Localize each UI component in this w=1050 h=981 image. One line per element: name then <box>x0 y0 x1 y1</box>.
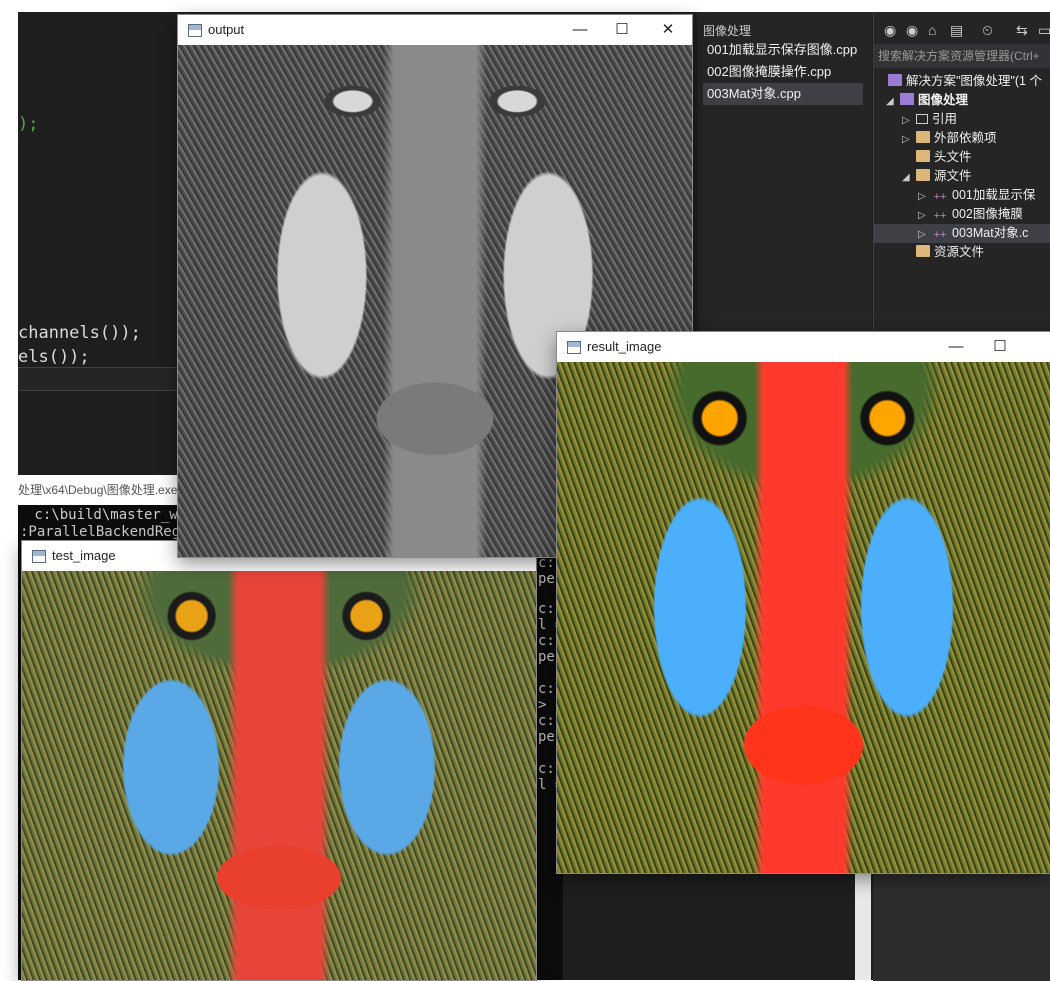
mandrill-color-image <box>22 571 536 980</box>
image-canvas <box>22 571 536 980</box>
folder-icon <box>916 131 930 143</box>
window-app-icon <box>188 24 202 37</box>
code-line: els()); <box>18 347 90 367</box>
tree-label: 源文件 <box>934 169 972 183</box>
back-icon[interactable]: ◉ <box>884 22 896 39</box>
console-title-path: 处理\x64\Debug\图像处理.exe <box>18 475 183 505</box>
tree-file-003[interactable]: ▷ ++ 003Mat对象.c <box>874 224 1050 243</box>
tree-label: 001加载显示保 <box>952 188 1036 202</box>
cpp-file-icon: ++ <box>933 210 947 222</box>
minimize-button[interactable]: — <box>566 19 594 41</box>
file-tab-001[interactable]: 001加载显示保存图像.cpp <box>703 39 863 61</box>
tree-label: 外部依赖项 <box>934 131 997 145</box>
window-app-icon <box>567 341 581 354</box>
tree-headers[interactable]: 头文件 <box>916 148 972 167</box>
solution-toolbar: ◉ ◉ ⌂ ▤ ⏲ ⇆ ▭ <box>874 20 1050 42</box>
close-button[interactable]: ✕ <box>654 19 682 41</box>
test-image-window[interactable]: test_image <box>22 541 536 980</box>
history-icon[interactable]: ⏲ <box>982 22 993 39</box>
open-files-panel: 图像处理 001加载显示保存图像.cpp 002图像掩膜操作.cpp 003Ma… <box>697 12 872 332</box>
switch-icon[interactable]: ⇆ <box>1016 22 1028 39</box>
maximize-button[interactable]: ☐ <box>608 19 636 41</box>
expanded-arrow-icon[interactable]: ◢ <box>902 168 916 186</box>
folder-icon <box>916 150 930 162</box>
tree-file-001[interactable]: ▷ ++ 001加载显示保 <box>918 186 1035 205</box>
collapsed-arrow-icon[interactable]: ▷ <box>918 225 932 243</box>
collapsed-arrow-icon[interactable]: ▷ <box>902 111 916 129</box>
minimize-button[interactable]: — <box>942 336 970 358</box>
file-tab-002[interactable]: 002图像掩膜操作.cpp <box>703 61 863 83</box>
tree-resources[interactable]: 资源文件 <box>916 243 984 262</box>
folder-icon <box>916 245 930 257</box>
result-image-window[interactable]: result_image — ☐ <box>557 332 1050 873</box>
sync-icon[interactable]: ▤ <box>950 22 963 39</box>
console-line: c:\build\master_win <box>26 507 195 523</box>
window-titlebar[interactable]: result_image — ☐ <box>557 332 1050 362</box>
image-canvas <box>557 362 1050 873</box>
editor-splitter[interactable] <box>18 367 188 391</box>
tree-project[interactable]: ◢ 图像处理 <box>886 91 968 110</box>
tree-solution[interactable]: 解决方案"图像处理"(1 个 <box>888 72 1042 91</box>
tree-label: 002图像掩膜 <box>952 207 1023 221</box>
window-title: test_image <box>52 548 116 563</box>
window-title: result_image <box>587 339 662 354</box>
tree-label: 解决方案"图像处理"(1 个 <box>906 74 1042 88</box>
folder-icon <box>916 169 930 181</box>
collapse-icon[interactable]: ▭ <box>1038 22 1050 39</box>
window-title: output <box>208 22 245 37</box>
tree-sources[interactable]: ◢ 源文件 <box>902 167 972 186</box>
bottom-panel <box>873 860 1050 981</box>
cpp-file-icon: ++ <box>933 229 947 241</box>
maximize-button[interactable]: ☐ <box>986 336 1014 358</box>
collapsed-arrow-icon[interactable]: ▷ <box>918 206 932 224</box>
project-icon <box>900 93 914 105</box>
home-icon[interactable]: ⌂ <box>928 22 936 38</box>
code-line: ); <box>18 114 39 134</box>
code-line: channels()); <box>18 323 141 343</box>
solution-search-input[interactable]: 搜索解决方案资源管理器(Ctrl+ <box>874 44 1050 68</box>
console-line: :ParallelBackendRegi <box>20 524 189 540</box>
window-app-icon <box>32 550 46 563</box>
expanded-arrow-icon[interactable]: ◢ <box>886 92 900 110</box>
scrollbar[interactable] <box>855 870 871 980</box>
tree-file-002[interactable]: ▷ ++ 002图像掩膜 <box>918 205 1023 224</box>
solution-icon <box>888 74 902 86</box>
tree-label: 003Mat对象.c <box>952 226 1029 240</box>
forward-icon[interactable]: ◉ <box>906 22 918 39</box>
tree-label: 引用 <box>932 112 958 126</box>
tree-label: 图像处理 <box>918 93 969 107</box>
tree-references[interactable]: ▷ 引用 <box>902 110 957 129</box>
window-titlebar[interactable]: output — ☐ ✕ <box>178 15 692 45</box>
collapsed-arrow-icon[interactable]: ▷ <box>918 187 932 205</box>
references-icon <box>916 114 928 124</box>
file-tab-003[interactable]: 003Mat对象.cpp <box>703 83 863 105</box>
mandrill-sharpened-image <box>557 362 1050 873</box>
tree-external-deps[interactable]: ▷ 外部依赖项 <box>902 129 997 148</box>
tree-label: 头文件 <box>934 150 972 164</box>
panel-title: 图像处理 <box>703 24 752 38</box>
cpp-file-icon: ++ <box>933 191 947 203</box>
tree-label: 资源文件 <box>934 245 985 259</box>
code-editor[interactable]: ); channels()); els()); <box>18 12 198 367</box>
collapsed-arrow-icon[interactable]: ▷ <box>902 130 916 148</box>
